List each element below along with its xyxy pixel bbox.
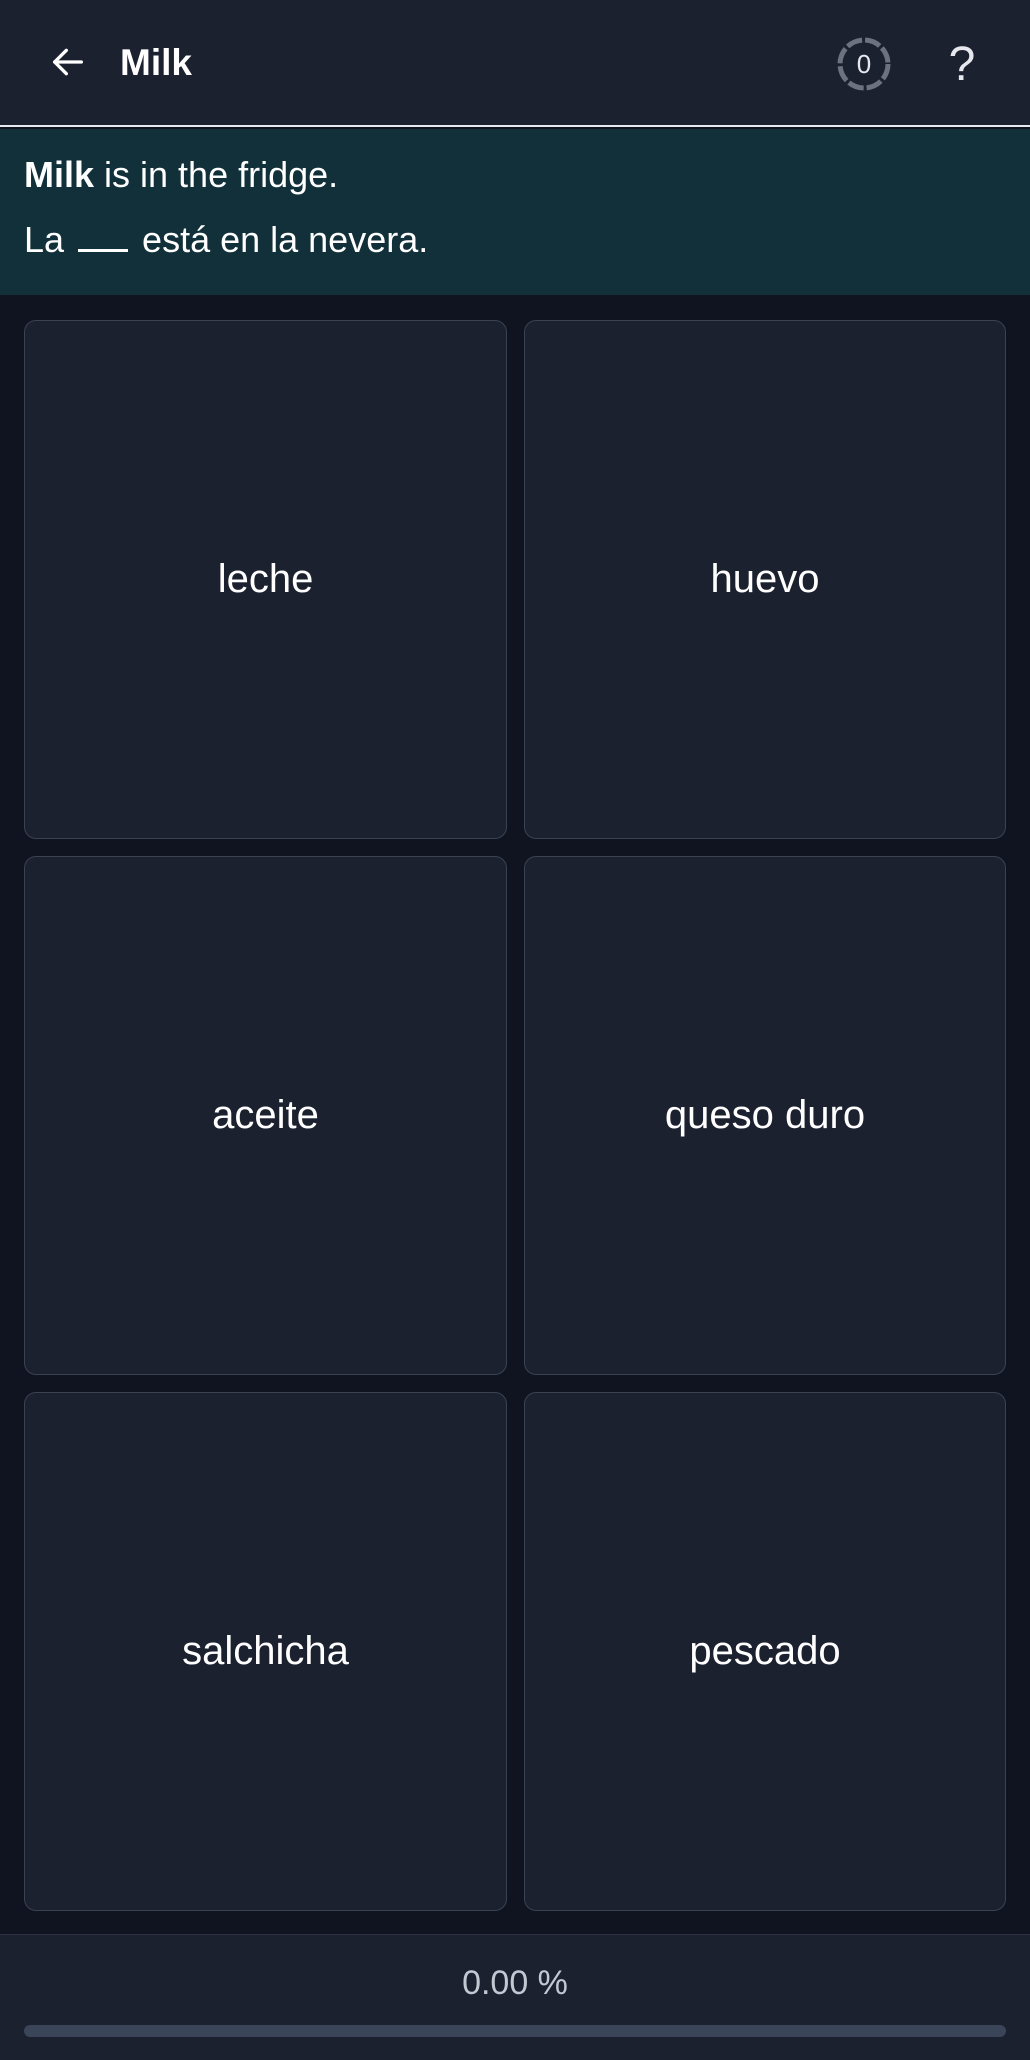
option-salchicha[interactable]: salchicha [24, 1392, 507, 1911]
answer-options: leche huevo aceite queso duro salchicha … [24, 320, 1006, 1911]
prompt-spanish-after: está en la nevera. [132, 219, 429, 260]
page-title: Milk [120, 42, 192, 83]
prompt-spanish: La está en la nevera. [24, 218, 1006, 262]
option-huevo[interactable]: huevo [524, 320, 1006, 839]
progress-bar [24, 2025, 1006, 2037]
question-prompt: Milk is in the fridge. La está en la nev… [0, 129, 1030, 295]
prompt-keyword: Milk [24, 154, 95, 195]
help-button[interactable]: ? [940, 34, 984, 94]
top-bar: Milk 0 ? [0, 0, 1030, 127]
app-root: Milk 0 ? Milk is in the fridge. La está … [0, 0, 1030, 2060]
prompt-spanish-before: La [24, 219, 75, 260]
timer-counter[interactable]: 0 [836, 36, 892, 92]
prompt-english: Milk is in the fridge. [24, 153, 1006, 197]
answer-blank [78, 220, 129, 252]
progress-percent: 0.00 % [462, 1964, 568, 2002]
prompt-english-rest: is in the fridge. [94, 154, 339, 195]
back-button[interactable] [40, 34, 96, 90]
option-pescado[interactable]: pescado [524, 1392, 1006, 1911]
option-queso-duro[interactable]: queso duro [524, 856, 1006, 1375]
timer-count: 0 [856, 48, 872, 79]
progress-footer: 0.00 % [0, 1934, 1030, 2060]
option-leche[interactable]: leche [24, 320, 507, 839]
option-aceite[interactable]: aceite [24, 856, 507, 1375]
arrow-left-icon [53, 48, 84, 76]
